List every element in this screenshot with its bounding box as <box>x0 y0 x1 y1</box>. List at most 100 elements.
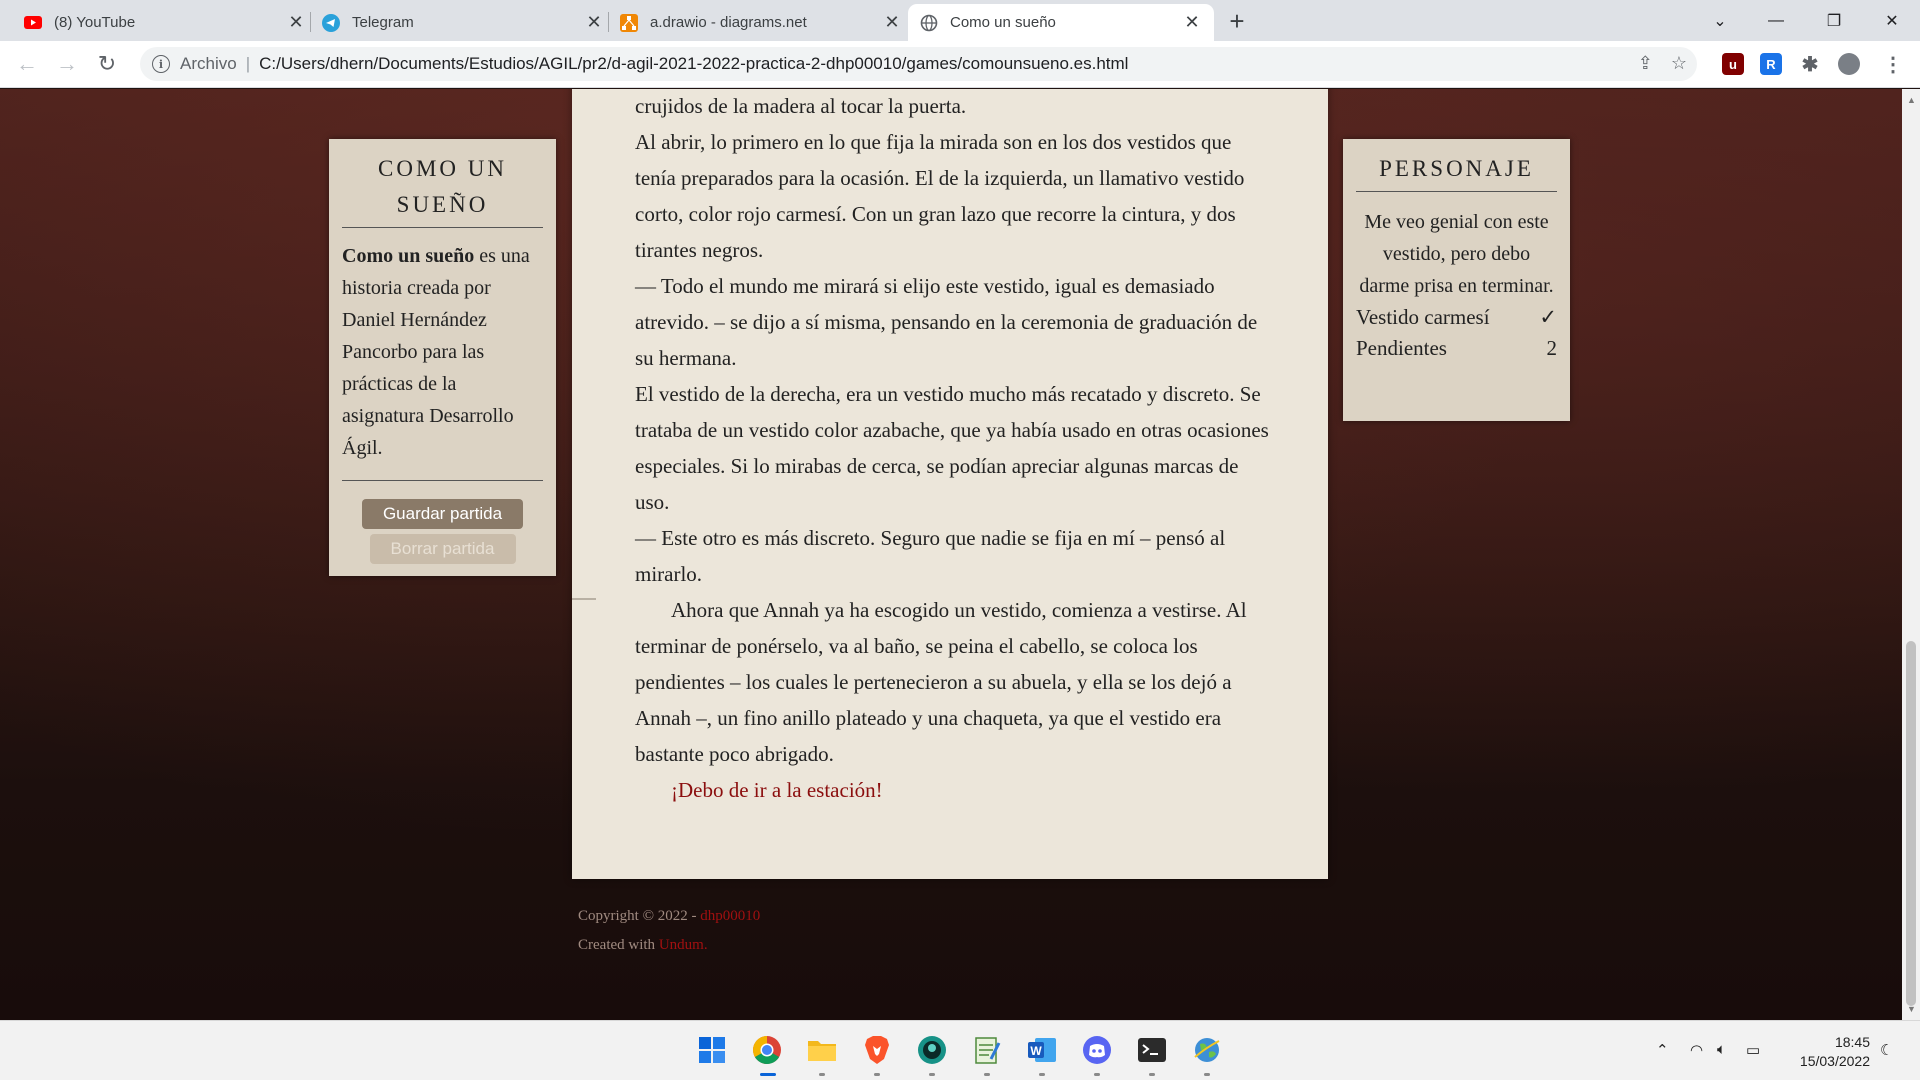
youtube-icon <box>24 14 42 32</box>
game-info-panel: COMO UN SUEÑO Como un sueño es una histo… <box>329 139 556 576</box>
volume-icon[interactable]: 🔈︎ <box>1717 1041 1726 1058</box>
svg-text:W: W <box>1030 1044 1042 1058</box>
quality-value: 2 <box>1546 336 1558 360</box>
page-scrollbar[interactable]: ▲ ▼ <box>1902 89 1920 1020</box>
copyright-text: Copyright © 2022 - <box>578 908 701 924</box>
created-line: Created with Undum. <box>578 931 760 960</box>
address-bar[interactable]: i Archivo | C:/Users/dhern/Documents/Est… <box>140 47 1697 81</box>
tab-como-un-sueno[interactable]: Como un sueño ✕ <box>908 4 1214 41</box>
save-game-button[interactable]: Guardar partida <box>362 499 523 529</box>
page-footer: Copyright © 2022 - dhp00010 Created with… <box>578 902 760 960</box>
windows-start-icon[interactable] <box>695 1033 729 1067</box>
character-panel: PERSONAJE Me veo genial con este vestido… <box>1343 139 1570 421</box>
restore-icon[interactable]: ❐ <box>1806 0 1862 41</box>
app-indicator <box>984 1073 990 1076</box>
tab-youtube[interactable]: (8) YouTube ✕ <box>12 4 318 41</box>
character-title: PERSONAJE <box>1356 151 1557 192</box>
close-icon[interactable]: ✕ <box>286 12 306 33</box>
forward-icon[interactable]: → <box>52 49 82 79</box>
browser-tab-strip: (8) YouTube ✕ Telegram ✕ a.drawio - diag… <box>0 0 1920 41</box>
quality-name: Vestido carmesí <box>1356 305 1490 329</box>
tab-title: (8) YouTube <box>54 14 136 31</box>
notifications-icon[interactable]: ☾ <box>1880 1041 1893 1059</box>
terminal-icon[interactable] <box>1135 1033 1169 1067</box>
scroll-down-icon[interactable]: ▼ <box>1907 1004 1916 1014</box>
tab-title: a.drawio - diagrams.net <box>650 14 807 31</box>
close-icon[interactable]: ✕ <box>882 12 902 33</box>
tab-title: Como un sueño <box>950 14 1056 31</box>
file-explorer-icon[interactable] <box>805 1033 839 1067</box>
battery-icon[interactable]: ▭ <box>1746 1041 1760 1059</box>
quality-row: Pendientes 2 <box>1356 333 1557 364</box>
ublock-icon[interactable]: u <box>1722 53 1744 75</box>
quality-name: Pendientes <box>1356 336 1447 360</box>
new-tab-button[interactable]: + <box>1222 6 1252 36</box>
bookmark-star-icon[interactable]: ☆ <box>1671 53 1687 74</box>
close-icon[interactable]: ✕ <box>584 12 604 33</box>
notepad-icon[interactable] <box>970 1033 1004 1067</box>
app-indicator <box>929 1073 935 1076</box>
created-text: Created with <box>578 937 659 953</box>
chevron-up-icon[interactable]: ⌃ <box>1656 1041 1669 1059</box>
undum-link[interactable]: Undum <box>659 937 704 953</box>
story-paragraph: crujidos de la madera al tocar la puerta… <box>635 94 967 118</box>
scroll-thumb[interactable] <box>1906 641 1916 1006</box>
system-clock[interactable]: 18:45 15/03/2022 <box>1780 1033 1870 1071</box>
extensions-puzzle-icon[interactable]: ✱ <box>1799 53 1821 76</box>
story-text: crujidos de la madera al tocar la puerta… <box>635 89 1275 808</box>
page-marker <box>572 598 596 600</box>
game-description-text: es una historia creada por Daniel Hernán… <box>342 245 530 459</box>
story-paragraph: — Este otro es más discreto. Seguro que … <box>635 526 1226 586</box>
discord-icon[interactable] <box>1080 1033 1114 1067</box>
telegram-icon <box>322 13 340 32</box>
reload-icon[interactable]: ↻ <box>92 49 122 79</box>
gitkraken-icon[interactable] <box>915 1033 949 1067</box>
globe-icon <box>920 14 938 32</box>
quality-row: Vestido carmesí ✓ <box>1356 302 1557 333</box>
brave-icon[interactable] <box>860 1033 894 1067</box>
game-description: Como un sueño es una historia creada por… <box>342 240 543 464</box>
app-indicator <box>1149 1073 1155 1076</box>
clock-time: 18:45 <box>1834 1034 1870 1050</box>
app-indicator <box>819 1073 825 1076</box>
scheme-label: Archivo <box>180 54 237 73</box>
browser-toolbar: ← → ↻ i Archivo | C:/Users/dhern/Documen… <box>0 41 1920 88</box>
tab-title: Telegram <box>352 14 414 31</box>
quality-value: ✓ <box>1539 305 1557 329</box>
story-paragraph: Al abrir, lo primero en lo que fija la m… <box>635 130 1245 262</box>
app-indicator <box>1039 1073 1045 1076</box>
game-description-title: Como un sueño <box>342 245 475 267</box>
avatar[interactable] <box>1838 53 1860 75</box>
story-page: crujidos de la madera al tocar la puerta… <box>572 89 1328 879</box>
share-icon[interactable]: ⇪ <box>1638 53 1653 74</box>
earth-icon[interactable] <box>1190 1033 1224 1067</box>
page-viewport: COMO UN SUEÑO Como un sueño es una histo… <box>0 89 1902 1020</box>
game-title: COMO UN SUEÑO <box>342 151 543 228</box>
app-indicator <box>1204 1073 1210 1076</box>
window-close-icon[interactable]: ✕ <box>1864 0 1920 41</box>
choice-link[interactable]: ¡Debo de ir a la estación! <box>635 772 1275 808</box>
omnibox-actions: ⇪ ☆ <box>1638 53 1687 74</box>
drawio-icon <box>620 13 638 32</box>
word-icon[interactable]: W <box>1025 1033 1059 1067</box>
extension-r-icon[interactable]: R <box>1760 53 1782 75</box>
delete-game-button[interactable]: Borrar partida <box>369 534 516 564</box>
clock-date: 15/03/2022 <box>1799 1053 1870 1069</box>
story-paragraph: El vestido de la derecha, era un vestido… <box>635 382 1269 514</box>
active-app-indicator <box>760 1073 776 1076</box>
author-link[interactable]: dhp00010 <box>700 908 760 924</box>
info-icon[interactable]: i <box>152 55 170 73</box>
app-indicator <box>1094 1073 1100 1076</box>
minimize-icon[interactable]: — <box>1748 0 1804 41</box>
tab-drawio[interactable]: a.drawio - diagrams.net ✕ <box>608 4 914 41</box>
close-icon[interactable]: ✕ <box>1182 12 1202 33</box>
menu-kebab-icon[interactable]: ⋮ <box>1882 53 1904 76</box>
scroll-up-icon[interactable]: ▲ <box>1907 95 1916 105</box>
wifi-icon[interactable]: ◠ <box>1690 1041 1703 1059</box>
panel-divider <box>342 480 543 481</box>
character-description: Me veo genial con este vestido, pero deb… <box>1359 211 1554 297</box>
chrome-icon[interactable] <box>750 1033 784 1067</box>
tab-telegram[interactable]: Telegram ✕ <box>310 4 616 41</box>
tab-search-icon[interactable]: ⌄ <box>1692 0 1748 41</box>
back-icon[interactable]: ← <box>12 49 42 79</box>
